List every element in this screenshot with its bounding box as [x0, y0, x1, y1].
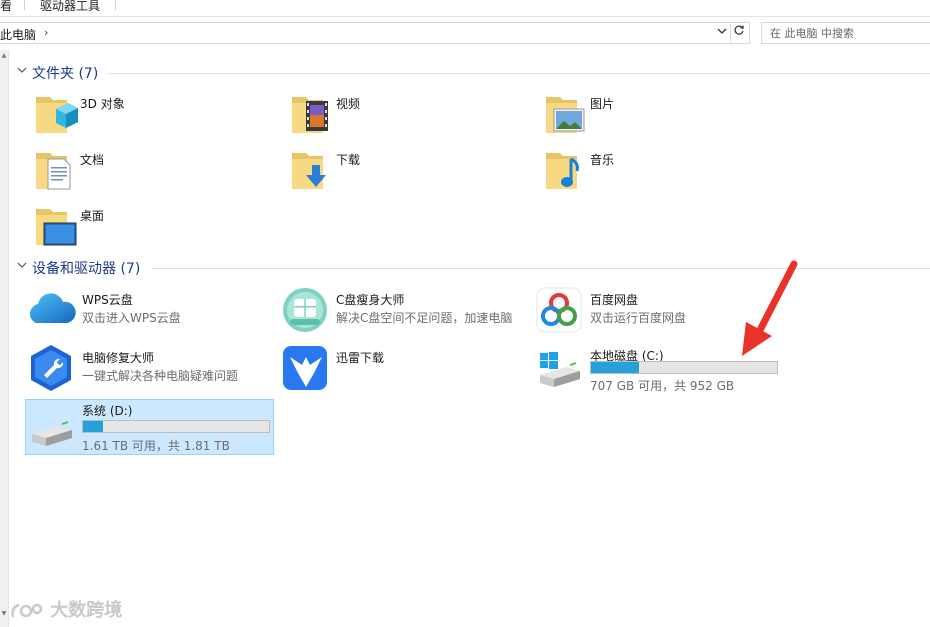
downloads-folder-icon — [292, 153, 326, 189]
folder-label: 图片 — [590, 97, 615, 111]
device-description: 双击进入WPS云盘 — [82, 311, 181, 325]
drive-space-text: 707 GB 可用，共 952 GB — [590, 379, 735, 393]
device-label: C盘瘦身大师 — [336, 293, 405, 307]
c-drive-cleaner-icon — [283, 288, 327, 332]
device-description: 双击运行百度网盘 — [590, 311, 687, 325]
drive-label: 系统 (D:) — [82, 404, 133, 418]
documents-folder-icon — [36, 153, 71, 190]
group-title: 设备和驱动器 (7) — [32, 261, 141, 277]
device-description: 解决C盘空间不足问题，加速电脑 — [336, 311, 513, 325]
drive-usage-fill — [83, 421, 104, 432]
breadcrumb-chevron-icon[interactable]: › — [44, 26, 48, 39]
device-label: WPS云盘 — [82, 293, 133, 307]
group-divider — [152, 268, 930, 269]
folder-label: 桌面 — [80, 209, 105, 223]
ribbon-tab-drive-tools[interactable]: 驱动器工具 — [40, 0, 100, 16]
collapse-chevron-icon[interactable] — [17, 260, 27, 273]
3d-objects-folder-icon — [36, 97, 78, 133]
windows-drive-icon — [540, 352, 580, 387]
search-box[interactable] — [761, 22, 930, 44]
drive-space-text: 1.61 TB 可用，共 1.81 TB — [82, 439, 230, 453]
xunlei-icon — [283, 346, 327, 390]
refresh-icon[interactable] — [730, 24, 747, 42]
folder-label: 音乐 — [590, 153, 615, 167]
ribbon-divider — [115, 0, 116, 10]
ribbon-divider — [24, 0, 25, 10]
wps-cloud-icon — [29, 293, 76, 323]
breadcrumb-this-pc[interactable]: 此电脑 — [0, 26, 36, 43]
left-scrollbar[interactable]: ▲ ▼ — [0, 50, 9, 627]
music-folder-icon — [546, 153, 579, 189]
device-item-xunlei[interactable]: 迅雷下载 — [280, 343, 530, 395]
folder-item-videos[interactable]: 视频 — [290, 91, 530, 141]
ribbon-tab-view[interactable]: 看 — [0, 0, 12, 16]
device-label: 电脑修复大师 — [82, 351, 155, 365]
collapse-chevron-icon[interactable] — [17, 65, 27, 78]
folder-item-music[interactable]: 音乐 — [544, 147, 784, 197]
drive-usage-fill — [591, 362, 640, 373]
watermark: 大数跨境 — [10, 596, 123, 621]
drive-usage-bar — [590, 361, 778, 374]
device-description: 一键式解决各种电脑疑难问题 — [82, 369, 239, 383]
group-header-folders[interactable]: 文件夹 (7) — [17, 63, 930, 83]
device-item-pc-repair[interactable]: 电脑修复大师 一键式解决各种电脑疑难问题 — [26, 343, 276, 395]
annotation-arrow-icon — [742, 260, 798, 356]
device-item-c-cleaner[interactable]: C盘瘦身大师 解决C盘空间不足问题，加速电脑 — [280, 285, 530, 337]
folder-label: 视频 — [336, 97, 361, 111]
drive-usage-bar — [82, 420, 270, 433]
watermark-text: 大数跨境 — [50, 600, 123, 621]
pc-repair-icon — [31, 345, 71, 391]
group-divider — [107, 73, 930, 74]
folder-item-pictures[interactable]: 图片 — [544, 91, 784, 141]
ribbon-tabs: 看 驱动器工具 — [0, 0, 930, 17]
folder-item-desktop[interactable]: 桌面 — [34, 203, 274, 253]
watermark-logo-icon — [11, 603, 43, 618]
address-dropdown-icon[interactable] — [715, 25, 729, 41]
folder-item-3d-objects[interactable]: 3D 对象 — [34, 91, 274, 141]
folder-label: 3D 对象 — [80, 97, 125, 111]
scroll-up-icon[interactable]: ▲ — [0, 52, 8, 59]
search-input[interactable] — [770, 24, 920, 42]
pictures-folder-icon — [546, 97, 585, 133]
device-label: 百度网盘 — [590, 293, 639, 307]
videos-folder-icon — [292, 97, 328, 133]
hard-drive-icon — [32, 421, 72, 446]
folder-item-documents[interactable]: 文档 — [34, 147, 274, 197]
device-label: 迅雷下载 — [336, 351, 385, 365]
baidu-netdisk-icon — [536, 287, 582, 333]
drive-item-d[interactable]: 系统 (D:) 1.61 TB 可用，共 1.81 TB — [26, 400, 276, 453]
folder-label: 文档 — [80, 153, 105, 167]
group-title: 文件夹 (7) — [32, 66, 99, 82]
address-bar[interactable]: 此电脑 › — [0, 22, 750, 44]
folder-label: 下载 — [336, 153, 361, 167]
scroll-down-icon[interactable]: ▼ — [0, 610, 8, 617]
device-item-wps-cloud[interactable]: WPS云盘 双击进入WPS云盘 — [26, 285, 276, 337]
desktop-folder-icon — [36, 209, 77, 246]
folder-item-downloads[interactable]: 下载 — [290, 147, 530, 197]
